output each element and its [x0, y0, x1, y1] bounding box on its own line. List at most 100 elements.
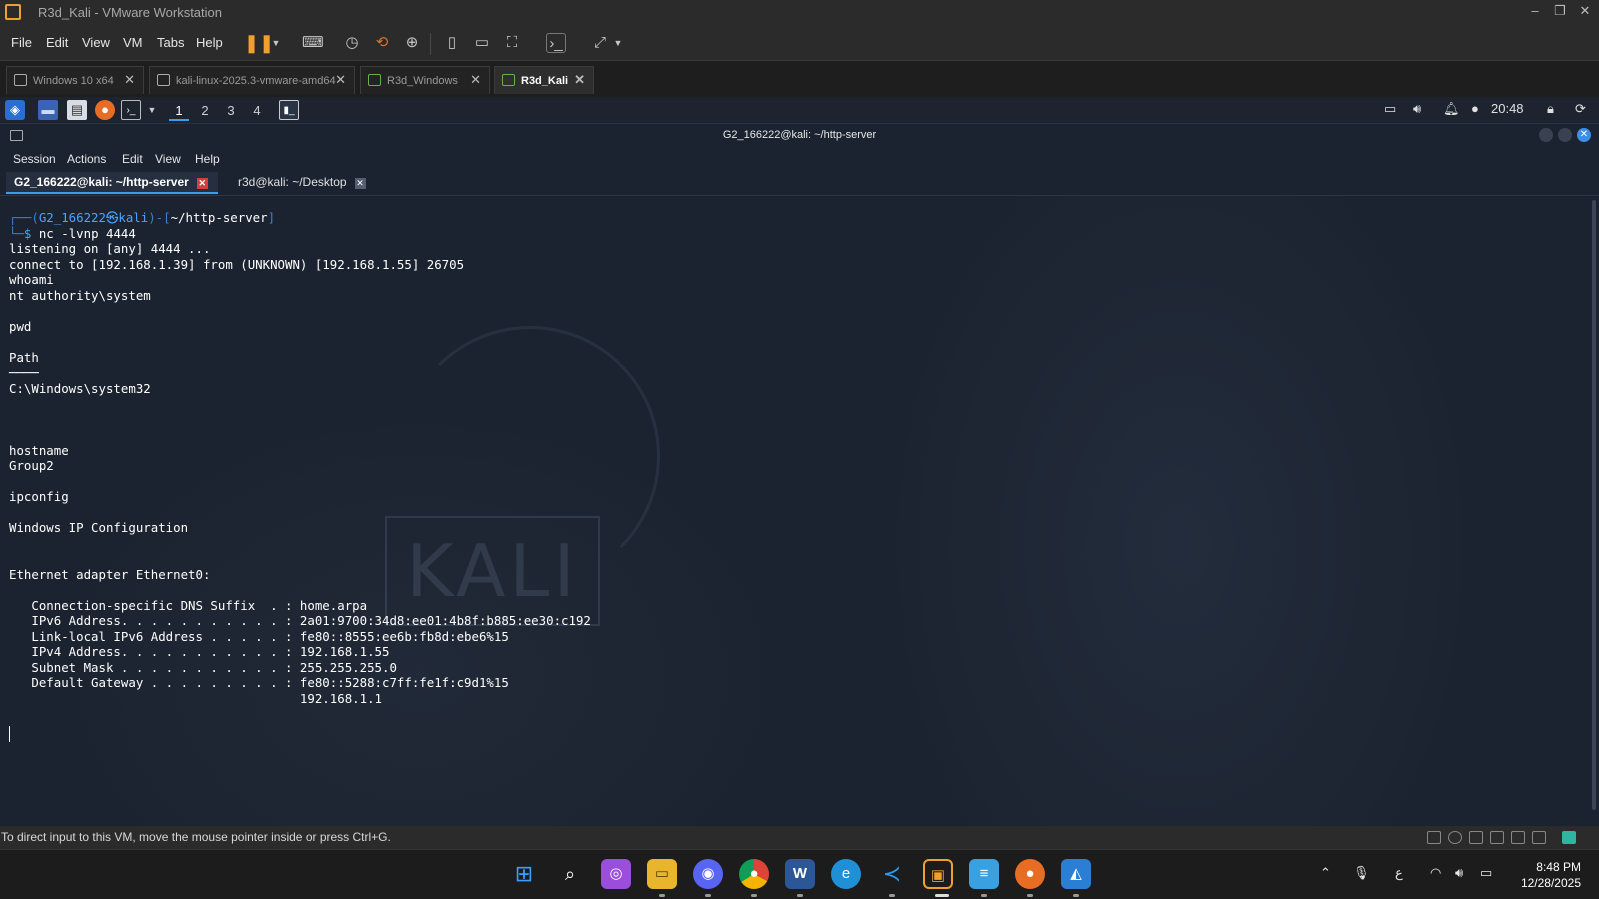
menu-file[interactable]: File: [11, 35, 32, 50]
workspace-2[interactable]: 2: [195, 101, 215, 121]
send-ctrl-alt-del-icon[interactable]: ⌨: [302, 33, 324, 53]
cd-rom-icon[interactable]: [1448, 831, 1462, 844]
toolbar-separator: [430, 33, 431, 55]
terminal-tab-bar: G2_166222@kali: ~/http-server ✕ r3d@kali:…: [0, 170, 1599, 196]
search-icon[interactable]: ⌕: [555, 859, 585, 889]
menu-help[interactable]: Help: [195, 152, 220, 166]
taskbar-clock[interactable]: 8:48 PM 12/28/2025: [1505, 859, 1581, 891]
file-manager-icon[interactable]: ▤: [67, 100, 87, 120]
menu-actions[interactable]: Actions: [67, 152, 106, 166]
vm-tab-kali-linux[interactable]: kali-linux-2025.3-vmware-amd64 ✕: [149, 66, 355, 94]
workspace-4[interactable]: 4: [247, 101, 267, 121]
close-icon[interactable]: ✕: [335, 72, 346, 88]
vm-guest-display[interactable]: ◈ ▬ ▤ ● ›_ ▼ 1 2 3 4 ▮_ ▭ 🔊︎ 🔔︎ ● 20:48 …: [0, 97, 1599, 826]
notification-bell-icon[interactable]: 🔔︎: [1443, 101, 1460, 117]
menu-session[interactable]: Session: [13, 152, 56, 166]
vmware-icon[interactable]: ▣: [923, 859, 953, 889]
file-explorer-icon[interactable]: ▭: [647, 859, 677, 889]
workspace-1[interactable]: 1: [169, 101, 189, 121]
library-icon[interactable]: ▯: [442, 33, 462, 53]
battery-icon[interactable]: ▭: [1480, 865, 1492, 881]
firefox-icon[interactable]: ●: [1015, 859, 1045, 889]
scrollbar-thumb[interactable]: [1592, 200, 1596, 810]
maximize-icon[interactable]: [1558, 128, 1572, 142]
network-adapter-icon[interactable]: [1469, 831, 1483, 844]
revert-snapshot-icon[interactable]: ⟲: [372, 33, 392, 53]
usb-icon[interactable]: [1511, 831, 1525, 844]
close-icon[interactable]: ✕: [196, 178, 208, 189]
chevron-down-icon[interactable]: ▼: [608, 33, 628, 53]
menu-help[interactable]: Help: [196, 35, 223, 50]
snapshot-manager-icon[interactable]: ⊕: [402, 33, 422, 53]
close-icon[interactable]: ✕: [470, 72, 481, 88]
instagram-icon[interactable]: ◎: [601, 859, 631, 889]
thumbnail-bar-icon[interactable]: ▭: [472, 33, 492, 53]
stretch-icon[interactable]: ⤢: [590, 33, 610, 53]
chevron-down-icon[interactable]: ▼: [142, 100, 162, 120]
hard-disk-icon[interactable]: [1427, 831, 1441, 844]
minimize-icon[interactable]: [1539, 128, 1553, 142]
terminal-tab-desktop[interactable]: r3d@kali: ~/Desktop ✕: [230, 172, 380, 194]
message-log-icon[interactable]: [1562, 831, 1576, 844]
vm-tab-r3d-windows[interactable]: R3d_Windows ✕: [360, 66, 490, 94]
menu-view[interactable]: View: [82, 35, 110, 50]
chrome-icon[interactable]: ●: [739, 859, 769, 889]
discord-icon[interactable]: ◉: [693, 859, 723, 889]
menu-view[interactable]: View: [155, 152, 181, 166]
display-icon[interactable]: ▭: [1384, 101, 1396, 117]
menu-vm[interactable]: VM: [123, 35, 143, 50]
firefox-icon[interactable]: ●: [95, 100, 115, 120]
console-view-icon[interactable]: ›_: [546, 33, 566, 53]
workspace-3[interactable]: 3: [221, 101, 241, 121]
terminal-icon[interactable]: ›_: [121, 100, 141, 120]
volume-icon[interactable]: 🔊︎: [1455, 865, 1463, 881]
start-icon[interactable]: ⊞: [509, 859, 539, 889]
menu-edit[interactable]: Edit: [46, 35, 68, 50]
close-icon[interactable]: ✕: [1577, 128, 1591, 142]
vm-tab-windows-10[interactable]: Windows 10 x64 ✕: [6, 66, 144, 94]
menu-tabs[interactable]: Tabs: [157, 35, 184, 50]
chevron-down-icon[interactable]: ▼: [266, 33, 286, 53]
wifi-icon[interactable]: ◠: [1430, 865, 1441, 881]
show-desktop-icon[interactable]: ▬: [38, 100, 58, 120]
terminal-tab-http-server[interactable]: G2_166222@kali: ~/http-server ✕: [6, 172, 218, 194]
chevron-up-icon[interactable]: ⌃: [1320, 865, 1331, 881]
restore-button[interactable]: ❐: [1550, 3, 1570, 21]
word-icon[interactable]: W: [785, 859, 815, 889]
close-icon[interactable]: ✕: [574, 72, 585, 88]
terminal-window-icon[interactable]: ▮_: [279, 100, 299, 120]
photos-icon[interactable]: ◭: [1061, 859, 1091, 889]
snapshot-icon[interactable]: ◷: [342, 33, 362, 53]
menu-edit[interactable]: Edit: [122, 152, 143, 166]
microphone-icon[interactable]: 🎙︎: [1353, 865, 1370, 881]
pause-icon[interactable]: ❚❚: [244, 33, 274, 53]
vscode-icon[interactable]: ≺: [877, 859, 907, 889]
terminal-text: ┌──(G2_166222㉿kali)-[~/http-server] └─$ …: [9, 210, 591, 706]
power-status-icon[interactable]: ●: [1471, 101, 1479, 116]
close-icon[interactable]: ✕: [124, 72, 135, 88]
logout-icon[interactable]: ⟳: [1575, 101, 1586, 117]
close-button[interactable]: ✕: [1575, 3, 1595, 21]
terminal-output-area[interactable]: KALI ┌──(G2_166222㉿kali)-[~/http-server]…: [0, 196, 1590, 826]
running-indicator: [705, 894, 711, 897]
vmware-status-bar: To direct input to this VM, move the mou…: [0, 826, 1599, 849]
minimize-button[interactable]: –: [1525, 3, 1545, 21]
terminal-window[interactable]: G2_166222@kali: ~/http-server ✕ Session …: [0, 124, 1599, 826]
terminal-scrollbar[interactable]: [1590, 196, 1599, 826]
vm-tab-r3d-kali[interactable]: R3d_Kali ✕: [494, 66, 594, 94]
language-indicator[interactable]: ع: [1395, 865, 1403, 881]
running-indicator: [889, 894, 895, 897]
vm-tab-label: kali-linux-2025.3-vmware-amd64: [176, 75, 336, 87]
panel-clock[interactable]: 20:48: [1491, 101, 1524, 116]
volume-icon[interactable]: 🔊︎: [1413, 101, 1421, 117]
terminal-tab-label: r3d@kali: ~/Desktop: [238, 175, 347, 189]
full-screen-icon[interactable]: ⛶: [502, 33, 522, 53]
display-status-icon[interactable]: [1532, 831, 1546, 844]
notepad-icon[interactable]: ≡: [969, 859, 999, 889]
sound-card-icon[interactable]: [1490, 831, 1504, 844]
lock-icon[interactable]: 🔒︎: [1547, 101, 1554, 117]
edge-icon[interactable]: e: [831, 859, 861, 889]
kali-menu-icon[interactable]: ◈: [5, 100, 25, 120]
close-icon[interactable]: ✕: [354, 178, 366, 189]
vmware-app-icon: [5, 4, 21, 20]
